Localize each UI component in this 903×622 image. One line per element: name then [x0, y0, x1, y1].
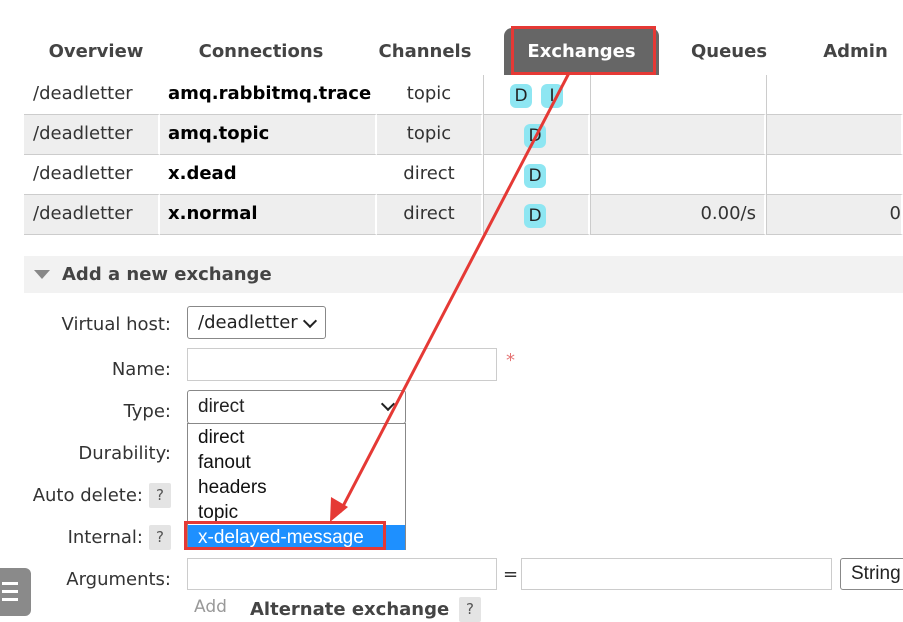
required-marker: *	[506, 350, 515, 371]
type-cell: direct	[377, 155, 483, 195]
alternate-exchange-help-button[interactable]: ?	[459, 597, 481, 622]
hamburger-menu-icon	[2, 582, 18, 585]
exchange-name-link[interactable]: x.dead	[160, 155, 377, 195]
type-cell: topic	[377, 75, 483, 115]
virtual-host-value: /deadletter	[198, 312, 298, 333]
name-input[interactable]	[187, 348, 497, 381]
tab-channels[interactable]: Channels	[365, 28, 485, 75]
top-nav-tabs: Overview Connections Channels Exchanges …	[0, 0, 903, 75]
rate-out-cell: 0	[766, 195, 903, 235]
type-option-headers[interactable]: headers	[188, 475, 405, 500]
name-label: Name:	[111, 359, 171, 380]
argument-key-input[interactable]	[187, 558, 497, 590]
vhost-cell: /deadletter	[24, 115, 160, 155]
auto-delete-help-button[interactable]: ?	[149, 483, 171, 508]
tab-queues[interactable]: Queues	[676, 28, 782, 75]
add-exchange-section-header[interactable]: Add a new exchange	[24, 256, 903, 293]
features-cell: D I	[483, 75, 590, 115]
type-label: Type:	[123, 401, 171, 422]
feature-badge-durable: D	[510, 84, 532, 108]
alternate-exchange-link[interactable]: Alternate exchange	[250, 599, 449, 620]
feature-badge-durable: D	[524, 124, 546, 148]
type-select-value: direct	[198, 396, 245, 417]
type-option-x-delayed-message[interactable]: x-delayed-message	[188, 525, 405, 550]
type-option-topic[interactable]: topic	[188, 500, 405, 525]
table-row[interactable]: /deadletter amq.topic topic D	[24, 115, 903, 155]
exchange-name-link[interactable]: amq.topic	[160, 115, 377, 155]
internal-label: Internal:	[67, 527, 143, 548]
exchange-name-link[interactable]: amq.rabbitmq.trace	[160, 75, 377, 115]
table-row[interactable]: /deadletter x.normal direct D 0.00/s 0	[24, 195, 903, 235]
table-row[interactable]: /deadletter amq.rabbitmq.trace topic D I	[24, 75, 903, 115]
durability-label: Durability:	[78, 443, 171, 464]
feature-badge-durable: D	[524, 204, 546, 228]
features-cell: D	[483, 155, 590, 195]
type-cell: topic	[377, 115, 483, 155]
equals-sign: =	[503, 564, 519, 585]
exchange-name-link[interactable]: x.normal	[160, 195, 377, 235]
virtual-host-label: Virtual host:	[61, 314, 171, 335]
features-cell: D	[483, 195, 590, 235]
vhost-cell: /deadletter	[24, 75, 160, 115]
rate-in-cell	[590, 115, 766, 155]
tab-admin[interactable]: Admin	[808, 28, 903, 75]
floating-menu-button[interactable]	[0, 568, 31, 616]
rate-out-cell	[766, 155, 903, 195]
rate-out-cell	[766, 115, 903, 155]
argument-type-select[interactable]: String	[840, 558, 903, 590]
add-argument-link[interactable]: Add	[194, 597, 227, 617]
auto-delete-label: Auto delete:	[32, 485, 143, 506]
internal-help-button[interactable]: ?	[149, 525, 171, 550]
triangle-down-icon	[34, 270, 50, 279]
tab-exchanges[interactable]: Exchanges	[504, 28, 659, 75]
hamburger-menu-icon-bar	[2, 590, 18, 593]
chevron-down-icon	[302, 313, 318, 329]
chevron-down-icon	[380, 396, 396, 412]
features-cell: D	[483, 115, 590, 155]
vhost-cell: /deadletter	[24, 195, 160, 235]
vhost-cell: /deadletter	[24, 155, 160, 195]
tab-overview[interactable]: Overview	[37, 28, 155, 75]
table-row[interactable]: /deadletter x.dead direct D	[24, 155, 903, 195]
hamburger-menu-icon-bar	[2, 598, 18, 601]
feature-badge-internal: I	[541, 84, 563, 108]
rate-in-cell	[590, 155, 766, 195]
rate-in-cell	[590, 75, 766, 115]
virtual-host-select[interactable]: /deadletter	[187, 306, 326, 339]
rate-in-cell: 0.00/s	[590, 195, 766, 235]
type-option-direct[interactable]: direct	[188, 425, 405, 450]
section-title: Add a new exchange	[62, 264, 272, 285]
rate-out-cell	[766, 75, 903, 115]
type-dropdown-list: direct fanout headers topic x-delayed-me…	[187, 423, 406, 550]
tab-connections[interactable]: Connections	[185, 28, 337, 75]
feature-badge-durable: D	[524, 164, 546, 188]
arguments-label: Arguments:	[66, 569, 171, 590]
type-select[interactable]: direct	[187, 390, 406, 424]
argument-value-input[interactable]	[521, 558, 832, 590]
type-option-fanout[interactable]: fanout	[188, 450, 405, 475]
type-cell: direct	[377, 195, 483, 235]
